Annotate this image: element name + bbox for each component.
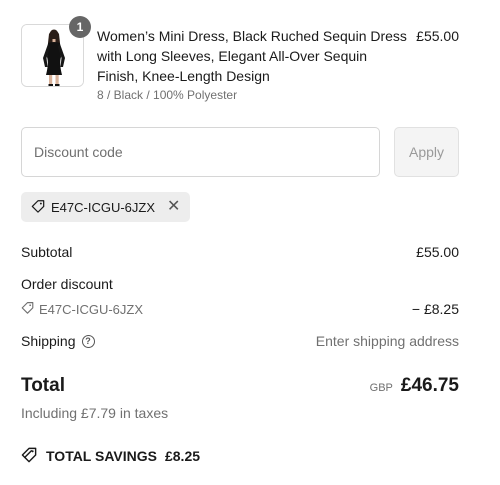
apply-discount-button[interactable]: Apply — [394, 127, 459, 177]
product-title: Women’s Mini Dress, Black Ruched Sequin … — [97, 28, 407, 84]
info-icon[interactable]: ? — [81, 334, 95, 348]
subtotal-label: Subtotal — [21, 244, 73, 260]
total-savings: TOTAL SAVINGS £8.25 — [21, 446, 200, 466]
close-icon[interactable]: ✕ — [167, 199, 180, 215]
tag-icon — [21, 301, 34, 317]
shipping-row: Shipping ? Enter shipping address — [21, 333, 459, 349]
shipping-value: Enter shipping address — [315, 333, 459, 349]
tag-icon — [31, 199, 45, 216]
shipping-label: Shipping — [21, 333, 76, 349]
total-amount: GBP £46.75 — [370, 375, 459, 397]
order-discount-row: Order discount — [21, 276, 459, 292]
savings-label: TOTAL SAVINGS — [46, 448, 157, 464]
subtotal-value: £55.00 — [416, 244, 459, 260]
subtotal-row: Subtotal £55.00 — [21, 244, 459, 260]
shipping-label-group: Shipping ? — [21, 333, 95, 349]
order-discount-code-text: E47C-ICGU-6JZX — [39, 301, 144, 317]
discount-code-input[interactable] — [21, 127, 380, 177]
total-value: £46.75 — [400, 375, 459, 396]
product-variant: 8 / Black / 100% Polyester — [97, 88, 238, 102]
total-row: Total GBP £46.75 — [21, 375, 459, 397]
currency-code: GBP — [369, 382, 393, 394]
order-discount-code-row: E47C-ICGU-6JZX − £8.25 — [21, 301, 459, 317]
savings-value: £8.25 — [164, 448, 201, 464]
order-discount-code: E47C-ICGU-6JZX — [21, 301, 143, 317]
applied-discount-chip: E47C-ICGU-6JZX ✕ — [21, 192, 191, 222]
order-discount-value: − £8.25 — [411, 301, 459, 317]
line-item: 1 Women’s Mini Dress, Black Ruched Sequi… — [21, 16, 459, 108]
order-discount-label: Order discount — [21, 276, 113, 292]
applied-discount-code: E47C-ICGU-6JZX — [51, 199, 156, 215]
savings-tag-icon — [21, 446, 38, 466]
product-price: £55.00 — [416, 28, 459, 44]
quantity-badge: 1 — [69, 16, 91, 38]
taxes-note: Including £7.79 in taxes — [21, 405, 169, 421]
total-label: Total — [21, 375, 65, 396]
